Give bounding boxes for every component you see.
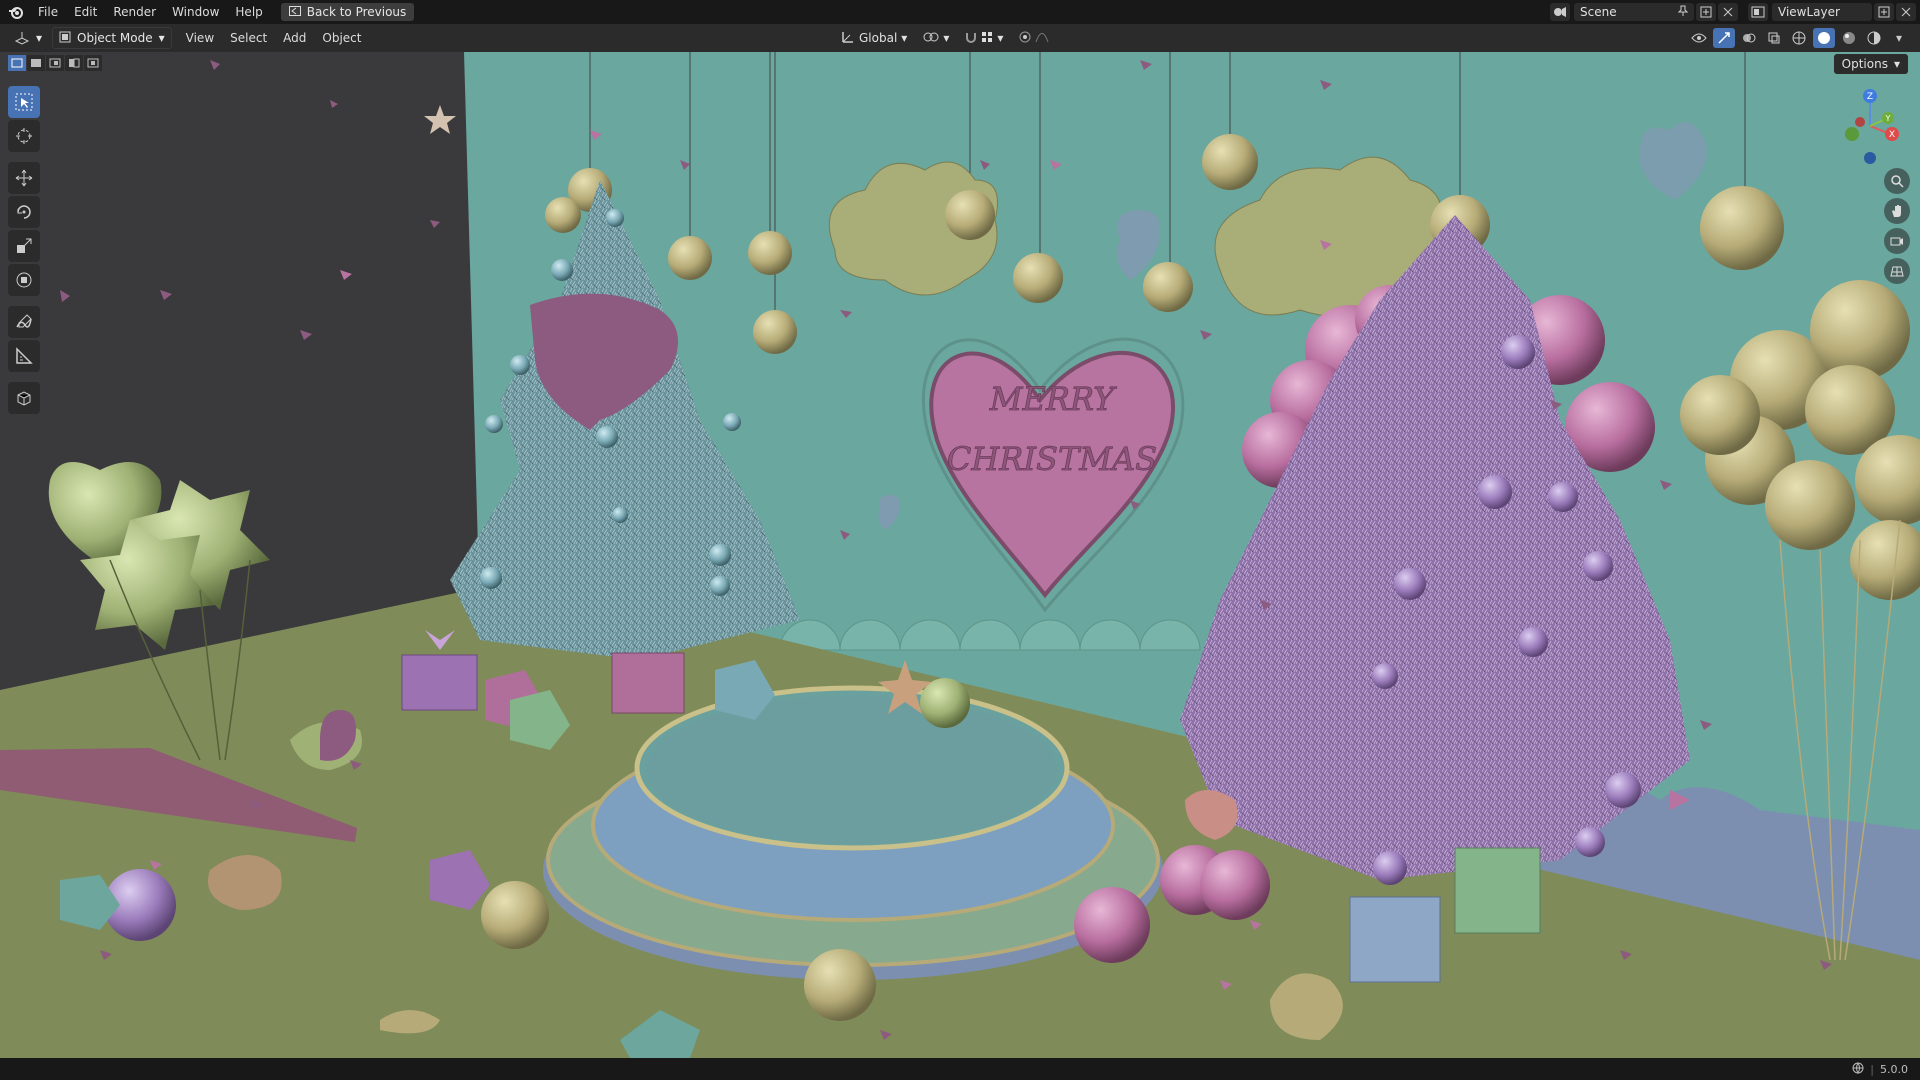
scene-type-icon[interactable]	[1550, 3, 1570, 21]
chevron-down-icon: ▾	[997, 31, 1004, 45]
view-layer-icon[interactable]	[1748, 3, 1768, 21]
select-extend-icon[interactable]	[27, 55, 45, 71]
chevron-down-icon: ▾	[1893, 57, 1900, 71]
delete-scene-icon[interactable]	[1718, 3, 1738, 21]
wireframe-shading-icon[interactable]	[1788, 28, 1810, 48]
scene-render: MERRY CHRISTMAS	[0, 52, 1920, 1058]
status-bar: | 5.0.0	[0, 1058, 1920, 1080]
snap-grid-icon	[981, 31, 993, 46]
selection-mode-buttons	[8, 55, 102, 71]
select-invert-icon[interactable]	[65, 55, 83, 71]
move-tool-icon[interactable]	[8, 162, 40, 194]
solid-shading-icon[interactable]	[1813, 28, 1835, 48]
visibility-icon[interactable]	[1688, 28, 1710, 48]
scene-name: Scene	[1580, 5, 1617, 19]
snap-selector[interactable]: ▾	[959, 28, 1010, 48]
editor-type-selector[interactable]: ▾	[8, 28, 49, 48]
select-subtract-icon[interactable]	[46, 55, 64, 71]
xray-toggle-icon[interactable]	[1763, 28, 1785, 48]
add-cube-tool-icon[interactable]	[8, 382, 40, 414]
shading-options-icon[interactable]: ▾	[1888, 28, 1910, 48]
viewport-header: ▾ Object Mode ▾ View Select Add Object G…	[0, 24, 1920, 52]
menu-window[interactable]: Window	[164, 0, 227, 24]
zoom-icon[interactable]	[1884, 168, 1910, 194]
pan-hand-icon[interactable]	[1884, 198, 1910, 224]
top-menu-bar: File Edit Render Window Help Back to Pre…	[0, 0, 1920, 24]
transform-orientation-selector[interactable]: Global ▾	[835, 28, 914, 48]
overlay-toggle-icon[interactable]	[1738, 28, 1760, 48]
back-icon	[288, 5, 301, 19]
view-layer-selector[interactable]: ViewLayer	[1772, 3, 1872, 21]
gizmo-neg-z-axis[interactable]	[1864, 152, 1876, 164]
header-menu-select[interactable]: Select	[222, 24, 275, 52]
blender-logo-icon[interactable]	[8, 4, 24, 20]
svg-text:Y: Y	[1885, 114, 1891, 123]
navigation-buttons	[1884, 168, 1910, 284]
mode-selector[interactable]: Object Mode ▾	[52, 27, 172, 49]
rendered-shading-icon[interactable]	[1863, 28, 1885, 48]
svg-text:Z: Z	[1867, 92, 1873, 102]
gizmo-neg-x-axis[interactable]	[1855, 117, 1865, 127]
chevron-down-icon: ▾	[943, 31, 950, 45]
menu-file[interactable]: File	[30, 0, 66, 24]
header-menu-view[interactable]: View	[178, 24, 222, 52]
version-label: 5.0.0	[1880, 1062, 1908, 1076]
measure-tool-icon[interactable]	[8, 340, 40, 372]
viewport-display-tools: ▾	[1688, 26, 1910, 50]
select-new-icon[interactable]	[8, 55, 26, 71]
rotate-tool-icon[interactable]	[8, 196, 40, 228]
svg-text:X: X	[1889, 130, 1895, 140]
3d-viewport-icon	[14, 32, 30, 45]
delete-view-layer-icon[interactable]	[1896, 3, 1916, 21]
network-icon	[1852, 1062, 1864, 1077]
view-layer-name: ViewLayer	[1778, 5, 1840, 19]
menu-edit[interactable]: Edit	[66, 0, 105, 24]
falloff-icon	[1035, 31, 1049, 46]
cursor-tool-icon[interactable]	[8, 120, 40, 152]
object-mode-icon	[59, 31, 71, 46]
header-menu-add[interactable]: Add	[275, 24, 314, 52]
top-right-controls: Scene ViewLayer	[1548, 0, 1920, 24]
options-label: Options	[1841, 57, 1888, 71]
chevron-down-icon: ▾	[901, 31, 908, 45]
proportional-editing[interactable]	[1013, 28, 1056, 48]
annotate-tool-icon[interactable]	[8, 306, 40, 338]
pin-icon[interactable]	[1677, 5, 1689, 20]
material-shading-icon[interactable]	[1838, 28, 1860, 48]
banner-line-2: CHRISTMAS	[947, 440, 1157, 478]
transform-tool-icon[interactable]	[8, 264, 40, 296]
select-intersect-icon[interactable]	[84, 55, 102, 71]
3d-viewport[interactable]: MERRY CHRISTMAS Options ▾ Z Y X	[0, 52, 1920, 1058]
options-dropdown[interactable]: Options ▾	[1833, 54, 1908, 74]
back-to-previous-label: Back to Previous	[306, 5, 407, 19]
scene-selector[interactable]: Scene	[1574, 3, 1694, 21]
transform-tools: Global ▾ ▾ ▾	[835, 26, 1056, 50]
menu-render[interactable]: Render	[105, 0, 164, 24]
mode-label: Object Mode	[77, 31, 153, 45]
new-view-layer-icon[interactable]	[1874, 3, 1894, 21]
tool-shelf	[8, 86, 40, 414]
scale-tool-icon[interactable]	[8, 230, 40, 262]
header-menu-object[interactable]: Object	[314, 24, 369, 52]
orientation-label: Global	[859, 31, 898, 45]
chevron-down-icon: ▾	[36, 31, 43, 45]
menu-help[interactable]: Help	[227, 0, 270, 24]
new-scene-icon[interactable]	[1696, 3, 1716, 21]
banner-line-1: MERRY	[989, 380, 1117, 418]
gizmo-neg-y-axis[interactable]	[1845, 127, 1859, 141]
chevron-down-icon: ▾	[158, 31, 165, 45]
magnet-icon	[965, 31, 977, 46]
orientation-icon	[841, 30, 855, 47]
gizmo-toggle-icon[interactable]	[1713, 28, 1735, 48]
pivot-point-selector[interactable]: ▾	[917, 28, 956, 48]
navigation-gizmo[interactable]: Z Y X	[1840, 86, 1900, 166]
select-box-tool-icon[interactable]	[8, 86, 40, 118]
back-to-previous-button[interactable]: Back to Previous	[280, 3, 415, 21]
proportional-icon	[1019, 31, 1031, 46]
camera-view-icon[interactable]	[1884, 228, 1910, 254]
perspective-grid-icon[interactable]	[1884, 258, 1910, 284]
pivot-icon	[923, 31, 939, 46]
